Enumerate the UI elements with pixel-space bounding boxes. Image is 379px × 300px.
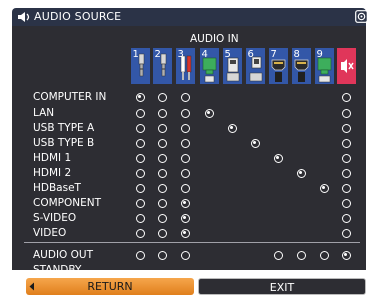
- audio-radio[interactable]: [135, 153, 145, 163]
- audio-radio[interactable]: [180, 108, 190, 118]
- exit-button[interactable]: EXIT: [198, 278, 366, 295]
- window-title: AUDIO SOURCE: [34, 10, 122, 23]
- audio-in-number: 1: [132, 49, 139, 60]
- audio-radio[interactable]: [135, 123, 145, 133]
- audio-radio[interactable]: [157, 153, 167, 163]
- audio-radio[interactable]: [341, 153, 351, 163]
- audio-in-number: 3: [177, 49, 184, 60]
- audio-radio[interactable]: [204, 108, 214, 118]
- row-label: HDBaseT: [33, 182, 81, 194]
- audio-radio[interactable]: [341, 183, 351, 193]
- audio-radio[interactable]: [135, 138, 145, 148]
- audio-radio[interactable]: [180, 123, 190, 133]
- audio-radio[interactable]: [341, 123, 351, 133]
- audio-radio[interactable]: [135, 198, 145, 208]
- audio-radio[interactable]: [296, 168, 306, 178]
- audio-in-tile-7[interactable]: 7: [268, 48, 288, 84]
- audio-radio[interactable]: [135, 183, 145, 193]
- audio-radio[interactable]: [250, 138, 260, 148]
- audio-in-tile-8[interactable]: 8: [291, 48, 311, 84]
- audio-radio[interactable]: [135, 92, 145, 102]
- audio-radio[interactable]: [180, 228, 190, 238]
- standby-label: STANDBY: [33, 264, 82, 276]
- audio-in-tile-2[interactable]: 2: [152, 48, 172, 84]
- divider: [24, 242, 360, 243]
- audio-in-number: 8: [293, 49, 300, 60]
- audio-radio[interactable]: [227, 123, 237, 133]
- audio-radio[interactable]: [341, 168, 351, 178]
- speaker-icon: [18, 12, 30, 22]
- audio-radio[interactable]: [157, 250, 167, 260]
- audio-radio[interactable]: [180, 213, 190, 223]
- audio-in-tile-4[interactable]: 4: [199, 48, 219, 84]
- row-label: USB TYPE A: [33, 122, 95, 134]
- audio-radio[interactable]: [341, 228, 351, 238]
- audio-radio[interactable]: [157, 183, 167, 193]
- audio-in-number: 7: [270, 49, 277, 60]
- audio-source-window: AUDIO SOURCE AUDIO IN 1 2 3 4 5 6 7 8 9 COMPUTER…: [0, 0, 379, 300]
- audio-radio[interactable]: [157, 92, 167, 102]
- audio-radio[interactable]: [157, 213, 167, 223]
- row-label: HDMI 1: [33, 152, 72, 164]
- audio-in-tile-3[interactable]: 3: [175, 48, 195, 84]
- mute-tile[interactable]: [336, 48, 356, 84]
- row-label: VIDEO: [33, 227, 67, 239]
- return-button[interactable]: RETURN: [26, 278, 194, 295]
- audio-radio[interactable]: [135, 250, 145, 260]
- audio-in-tile-1[interactable]: 1: [130, 48, 150, 84]
- row-label: COMPUTER IN: [33, 91, 107, 103]
- audio-radio[interactable]: [180, 92, 190, 102]
- audio-radio[interactable]: [135, 213, 145, 223]
- audio-in-tile-6[interactable]: 6: [245, 48, 265, 84]
- row-label: S-VIDEO: [33, 212, 77, 224]
- audio-radio[interactable]: [157, 228, 167, 238]
- audio-radio[interactable]: [319, 250, 329, 260]
- audio-radio[interactable]: [157, 138, 167, 148]
- audio-radio[interactable]: [135, 168, 145, 178]
- audio-radio[interactable]: [341, 213, 351, 223]
- audio-radio[interactable]: [180, 183, 190, 193]
- audio-in-number: 5: [224, 49, 231, 60]
- audio-radio[interactable]: [273, 250, 283, 260]
- exit-label: EXIT: [269, 281, 295, 294]
- audio-radio[interactable]: [180, 153, 190, 163]
- audio-radio[interactable]: [341, 92, 351, 102]
- audio-radio[interactable]: [157, 123, 167, 133]
- audio-radio[interactable]: [341, 198, 351, 208]
- audio-in-header: AUDIO IN: [190, 33, 239, 45]
- row-label: LAN: [33, 107, 55, 119]
- audio-radio[interactable]: [180, 198, 190, 208]
- audio-radio[interactable]: [180, 138, 190, 148]
- audio-in-number: 6: [247, 49, 254, 60]
- row-label: HDMI 2: [33, 167, 72, 179]
- audio-in-tile-9[interactable]: 9: [314, 48, 334, 84]
- audio-radio[interactable]: [157, 198, 167, 208]
- audio-radio[interactable]: [341, 108, 351, 118]
- audio-radio[interactable]: [180, 168, 190, 178]
- audio-in-number: 9: [316, 49, 323, 60]
- audio-radio[interactable]: [157, 108, 167, 118]
- return-label: RETURN: [87, 280, 133, 293]
- audio-in-number: 4: [201, 49, 208, 60]
- audio-radio[interactable]: [319, 183, 329, 193]
- audio-radio[interactable]: [180, 250, 190, 260]
- audio-radio[interactable]: [135, 228, 145, 238]
- audio-radio[interactable]: [135, 108, 145, 118]
- audio-radio[interactable]: [157, 168, 167, 178]
- audio-radio[interactable]: [296, 250, 306, 260]
- audio-in-number: 2: [154, 49, 161, 60]
- audio-in-tile-5[interactable]: 5: [222, 48, 242, 84]
- audio-radio[interactable]: [341, 138, 351, 148]
- row-label: USB TYPE B: [33, 137, 95, 149]
- row-label: COMPONENT: [33, 197, 102, 209]
- row-label: AUDIO OUT: [33, 249, 94, 261]
- audio-radio[interactable]: [273, 153, 283, 163]
- audio-radio[interactable]: [341, 250, 351, 260]
- help-icon[interactable]: [355, 10, 368, 23]
